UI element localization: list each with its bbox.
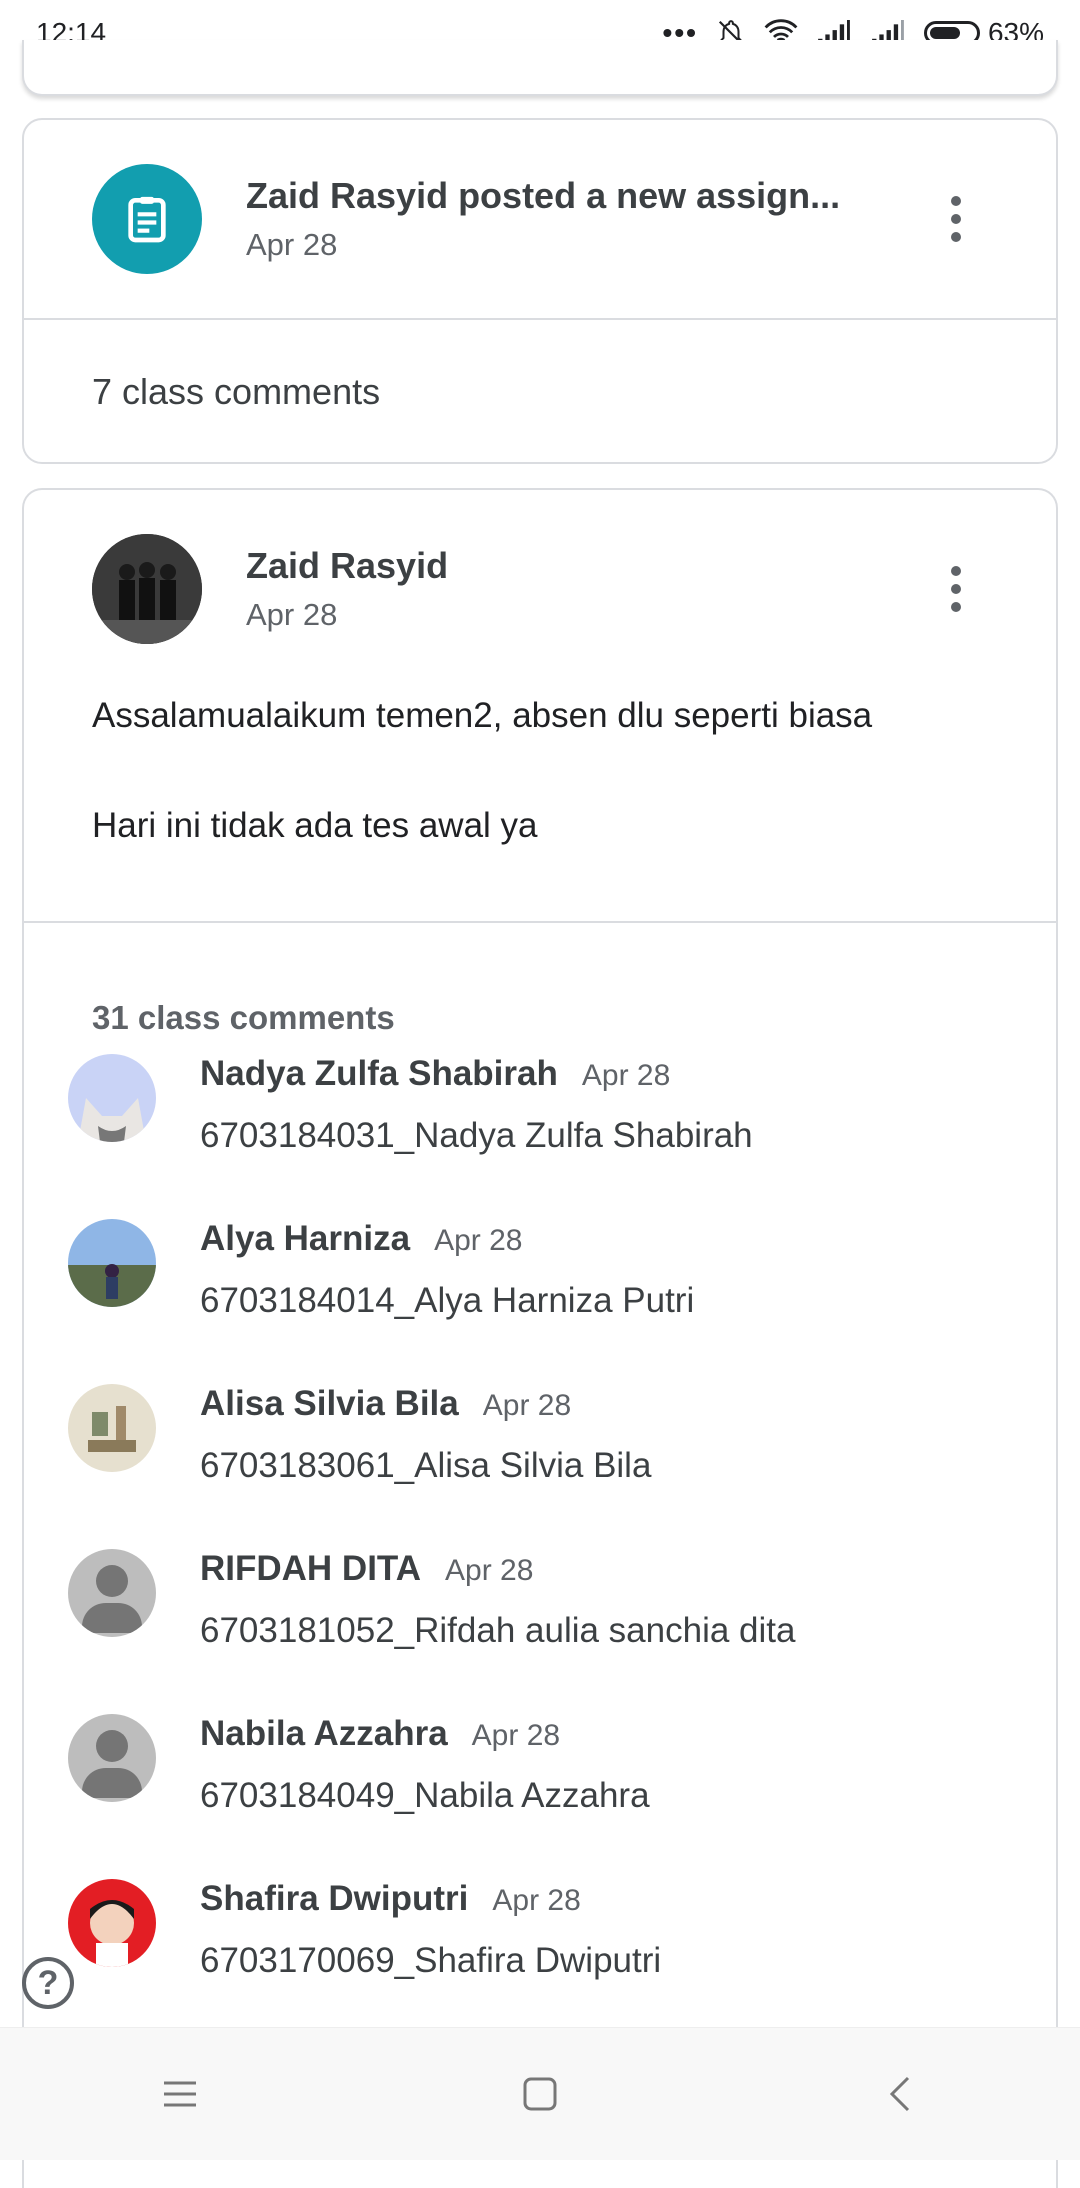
comment-text: 6703181052_Rifdah aulia sanchia dita [200, 1611, 796, 1650]
commenter-name: Nadya Zulfa Shabirah [200, 1054, 558, 1093]
comment-text: 6703184031_Nadya Zulfa Shabirah [200, 1116, 753, 1155]
author-photo [92, 534, 202, 644]
comment-text: 6703184049_Nabila Azzahra [200, 1776, 650, 1815]
comments-header: 31 class comments [24, 923, 1056, 1037]
comment-item[interactable]: Nabila Azzahra Apr 28 6703184049_Nabila A… [68, 1714, 650, 1816]
default-avatar-icon [68, 1714, 156, 1802]
comment-body: Nadya Zulfa Shabirah Apr 28 6703184031_Na… [200, 1054, 753, 1156]
comment-text: 6703184014_Alya Harniza Putri [200, 1281, 695, 1320]
assignment-comments-row[interactable]: 7 class comments [24, 320, 1056, 464]
comment-item[interactable]: RIFDAH DITA Apr 28 6703181052_Rifdah auli… [68, 1549, 795, 1651]
commenter-name: RIFDAH DITA [200, 1549, 421, 1588]
comment-date: Apr 28 [471, 1719, 561, 1752]
more-options-icon[interactable] [926, 196, 986, 242]
comment-item[interactable]: Shafira Dwiputri Apr 28 6703170069_Shafir… [68, 1879, 661, 1981]
comment-item[interactable]: Alisa Silvia Bila Apr 28 6703183061_Alisa… [68, 1384, 651, 1486]
comment-body: Nabila Azzahra Apr 28 6703184049_Nabila A… [200, 1714, 650, 1816]
author-avatar [92, 534, 202, 644]
assignment-date: Apr 28 [246, 227, 338, 262]
assignment-header[interactable]: Zaid Rasyid posted a new assign... Apr 2… [24, 120, 1056, 318]
commenter-name: Shafira Dwiputri [200, 1879, 469, 1918]
announcement-line-1: Assalamualaikum temen2, absen dlu sepert… [92, 696, 873, 735]
announcement-line-2: Hari ini tidak ada tes awal ya [92, 806, 538, 845]
commenter-avatar [68, 1054, 156, 1142]
navigation-bar [0, 2027, 1080, 2160]
comment-date: Apr 28 [445, 1554, 534, 1587]
comment-body: RIFDAH DITA Apr 28 6703181052_Rifdah auli… [200, 1549, 795, 1651]
comment-body: Alisa Silvia Bila Apr 28 6703183061_Alisa… [200, 1384, 651, 1486]
commenter-name: Alisa Silvia Bila [200, 1384, 459, 1423]
commenter-avatar [68, 1879, 156, 1967]
comment-text: 6703183061_Alisa Silvia Bila [200, 1446, 652, 1485]
class-comments-link[interactable]: 7 class comments [24, 371, 380, 413]
commenter-name: Alya Harniza [200, 1219, 411, 1258]
previous-card [22, 40, 1058, 96]
announcement-body: Assalamualaikum temen2, absen dlu sepert… [24, 688, 1056, 853]
assignment-card[interactable]: Zaid Rasyid posted a new assign... Apr 2… [22, 118, 1058, 464]
comment-item[interactable]: Alya Harniza Apr 28 6703184014_Alya Harni… [68, 1219, 694, 1321]
commenter-avatar [68, 1219, 156, 1307]
back-icon[interactable] [860, 2054, 940, 2134]
announcement-meta: Zaid Rasyid Apr 28 [246, 545, 926, 633]
commenter-avatar [68, 1384, 156, 1472]
comment-item[interactable]: Nadya Zulfa Shabirah Apr 28 6703184031_Na… [68, 1054, 753, 1156]
comment-date: Apr 28 [492, 1884, 581, 1917]
assignment-avatar [92, 164, 202, 274]
author-name: Zaid Rasyid [246, 545, 449, 586]
assignment-title: Zaid Rasyid posted a new assign... [246, 175, 841, 216]
commenter-name: Nabila Azzahra [200, 1714, 448, 1753]
comment-body: Alya Harniza Apr 28 6703184014_Alya Harni… [200, 1219, 694, 1321]
comment-date: Apr 28 [434, 1224, 523, 1257]
comments-title[interactable]: 31 class comments [24, 999, 395, 1037]
assignment-icon [128, 196, 166, 243]
announcement-header: Zaid Rasyid Apr 28 [24, 490, 1056, 688]
comment-text: 6703170069_Shafira Dwiputri [200, 1941, 662, 1980]
announcement-date: Apr 28 [246, 597, 338, 632]
comment-body: Shafira Dwiputri Apr 28 6703170069_Shafir… [200, 1879, 661, 1981]
help-icon[interactable]: ? [22, 1957, 74, 2009]
more-options-icon[interactable] [926, 566, 986, 612]
menu-icon[interactable] [140, 2054, 220, 2134]
home-icon[interactable] [500, 2054, 580, 2134]
assignment-meta: Zaid Rasyid posted a new assign... Apr 2… [246, 175, 926, 263]
default-avatar-icon [68, 1549, 156, 1637]
comment-date: Apr 28 [581, 1059, 671, 1092]
comment-date: Apr 28 [482, 1389, 572, 1422]
